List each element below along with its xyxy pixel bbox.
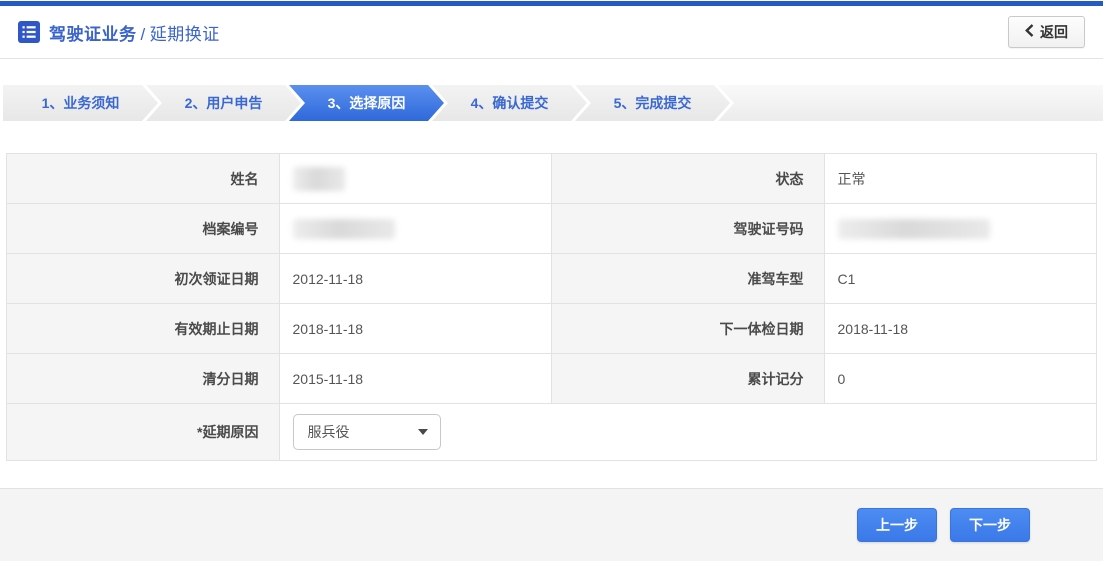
label-license-number: 驾驶证号码 bbox=[552, 204, 825, 254]
extension-reason-select[interactable]: 服兵役 bbox=[293, 414, 441, 450]
label-points-clear-date: 清分日期 bbox=[7, 354, 280, 404]
step-progress-bar: 1、业务须知 2、用户申告 3、选择原因 4、确认提交 5、完成提交 bbox=[3, 85, 1103, 121]
label-first-issue-date: 初次领证日期 bbox=[7, 254, 280, 304]
table-row: 初次领证日期 2012-11-18 准驾车型 C1 bbox=[7, 254, 1097, 304]
extension-reason-selected-option: 服兵役 bbox=[308, 422, 350, 442]
value-permitted-vehicle-type: C1 bbox=[824, 254, 1097, 304]
redacted-file-number-value bbox=[293, 219, 395, 239]
value-accumulated-points: 0 bbox=[824, 354, 1097, 404]
step-tab-3-select-reason[interactable]: 3、选择原因 bbox=[289, 85, 444, 121]
breadcrumb-separator: / bbox=[141, 25, 146, 44]
next-step-button[interactable]: 下一步 bbox=[950, 508, 1030, 542]
step-bar-filler bbox=[718, 85, 1103, 121]
header: 驾驶证业务/延期换证 返回 bbox=[0, 6, 1103, 59]
value-file-number bbox=[279, 204, 552, 254]
chevron-left-icon bbox=[1025, 24, 1034, 40]
license-info-table-wrap: 姓名 状态 正常 档案编号 驾驶证号码 初次领证日期 2012-11-18 准驾… bbox=[6, 153, 1097, 461]
back-button[interactable]: 返回 bbox=[1008, 16, 1085, 48]
step-tab-2-user-declaration[interactable]: 2、用户申告 bbox=[146, 85, 301, 121]
redacted-name-value bbox=[293, 167, 345, 191]
page: 驾驶证业务/延期换证 返回 1、业务须知 2、用户申告 3、选择原因 4、确认提… bbox=[0, 0, 1103, 561]
previous-step-button[interactable]: 上一步 bbox=[857, 508, 937, 542]
page-title-secondary: 延期换证 bbox=[150, 25, 220, 44]
table-row: *延期原因 服兵役 bbox=[7, 404, 1097, 461]
caret-down-icon bbox=[418, 429, 428, 435]
step-tab-5-finish-submit[interactable]: 5、完成提交 bbox=[575, 85, 730, 121]
label-status: 状态 bbox=[552, 154, 825, 204]
value-next-physical-date: 2018-11-18 bbox=[824, 304, 1097, 354]
value-first-issue-date: 2012-11-18 bbox=[279, 254, 552, 304]
value-name bbox=[279, 154, 552, 204]
label-next-physical-date: 下一体检日期 bbox=[552, 304, 825, 354]
breadcrumb: 驾驶证业务/延期换证 bbox=[18, 20, 220, 45]
step-tab-4-confirm-submit[interactable]: 4、确认提交 bbox=[432, 85, 587, 121]
table-row: 姓名 状态 正常 bbox=[7, 154, 1097, 204]
label-file-number: 档案编号 bbox=[7, 204, 280, 254]
footer-action-bar: 上一步 下一步 bbox=[0, 488, 1103, 561]
value-points-clear-date: 2015-11-18 bbox=[279, 354, 552, 404]
step-tab-1-business-notice[interactable]: 1、业务须知 bbox=[3, 85, 158, 121]
back-button-label: 返回 bbox=[1040, 22, 1068, 42]
value-license-number bbox=[824, 204, 1097, 254]
license-info-table: 姓名 状态 正常 档案编号 驾驶证号码 初次领证日期 2012-11-18 准驾… bbox=[6, 153, 1097, 461]
table-row: 档案编号 驾驶证号码 bbox=[7, 204, 1097, 254]
page-title: 驾驶证业务/延期换证 bbox=[49, 20, 220, 45]
label-permitted-vehicle-type: 准驾车型 bbox=[552, 254, 825, 304]
value-valid-until-date: 2018-11-18 bbox=[279, 304, 552, 354]
label-accumulated-points: 累计记分 bbox=[552, 354, 825, 404]
list-icon bbox=[18, 21, 40, 43]
value-status: 正常 bbox=[824, 154, 1097, 204]
redacted-license-number-value bbox=[838, 219, 990, 239]
table-row: 有效期止日期 2018-11-18 下一体检日期 2018-11-18 bbox=[7, 304, 1097, 354]
page-title-primary: 驾驶证业务 bbox=[49, 25, 137, 44]
table-row: 清分日期 2015-11-18 累计记分 0 bbox=[7, 354, 1097, 404]
value-extension-reason-cell: 服兵役 bbox=[279, 404, 1097, 461]
label-valid-until-date: 有效期止日期 bbox=[7, 304, 280, 354]
label-name: 姓名 bbox=[7, 154, 280, 204]
label-extension-reason: *延期原因 bbox=[7, 404, 280, 461]
